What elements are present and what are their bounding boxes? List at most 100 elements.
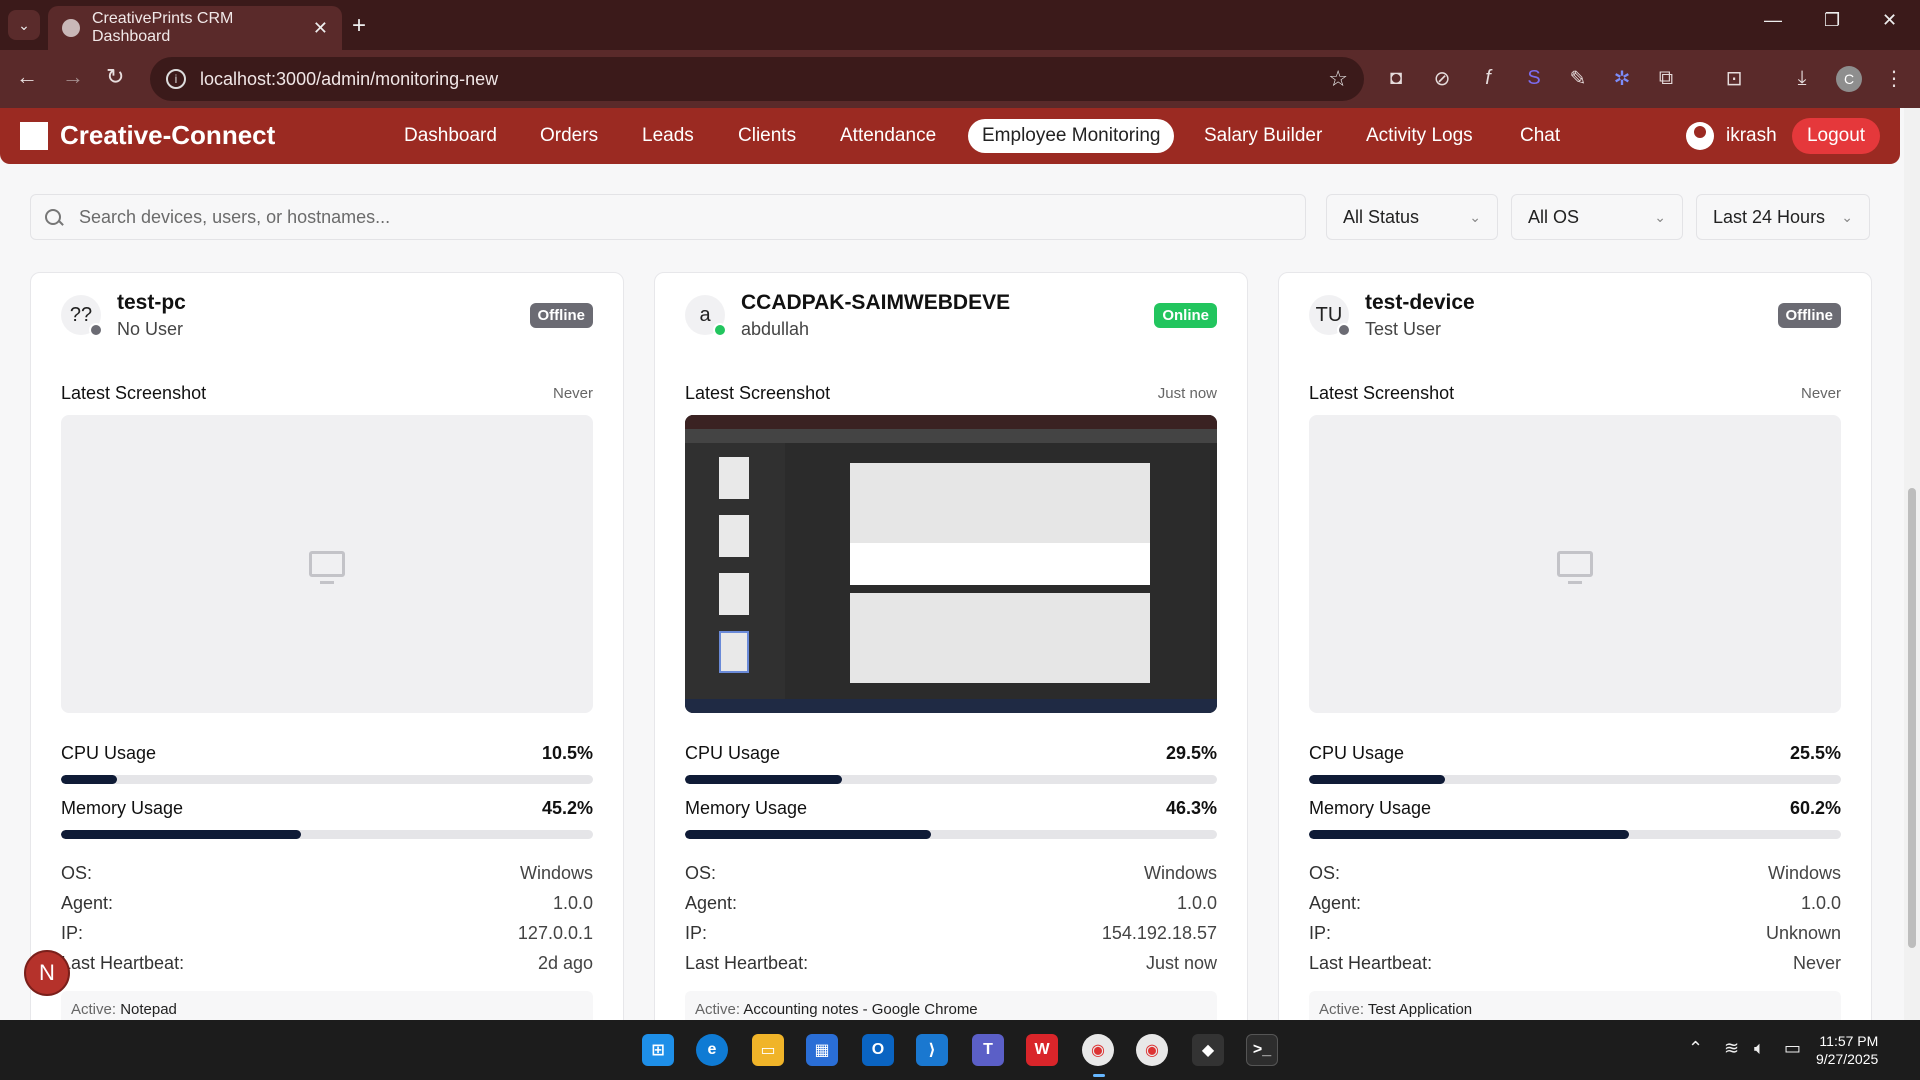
- extension-s-icon[interactable]: S: [1522, 66, 1546, 90]
- browser-toolbar: ← → ↻ i localhost:3000/admin/monitoring-…: [0, 50, 1920, 108]
- memory-bar-fill: [61, 830, 302, 839]
- store-icon[interactable]: ▦: [806, 1034, 838, 1066]
- memory-label: Memory Usage: [685, 798, 808, 818]
- search-input[interactable]: Search devices, users, or hostnames...: [30, 194, 1306, 240]
- page-scrollbar[interactable]: [1904, 108, 1920, 1020]
- brand-logo-icon: [20, 122, 48, 150]
- camera-icon[interactable]: ◘: [1384, 66, 1408, 90]
- clock-time: 11:57 PM: [1819, 1033, 1879, 1049]
- app-icon[interactable]: ◆: [1192, 1034, 1224, 1066]
- cpu-value: 29.5%: [1165, 743, 1217, 763]
- memory-bar: [1309, 830, 1841, 839]
- new-tab-button[interactable]: +: [352, 12, 366, 40]
- user-icon: [1686, 122, 1714, 150]
- menu-dots-icon[interactable]: ⋮: [1882, 66, 1906, 90]
- system-clock[interactable]: 11:57 PM 9/27/2025: [1816, 1032, 1878, 1068]
- eyedropper-icon[interactable]: ✎: [1566, 66, 1590, 90]
- restore-icon[interactable]: ❐: [1824, 10, 1840, 31]
- screenshot-image[interactable]: [685, 415, 1217, 713]
- edge-icon[interactable]: e: [696, 1034, 728, 1066]
- file-explorer-icon[interactable]: ▭: [752, 1034, 784, 1066]
- thumb-doc-page: [850, 543, 1150, 585]
- floating-avatar-button[interactable]: N: [24, 950, 70, 996]
- nav-attendance[interactable]: Attendance: [840, 125, 936, 147]
- nav-salary-builder[interactable]: Salary Builder: [1204, 125, 1322, 147]
- agent-value: 1.0.0: [1800, 893, 1841, 913]
- device-card[interactable]: a CCADPAK-SAIMWEBDEVE abdullah Online La…: [654, 272, 1248, 1020]
- function-icon[interactable]: f: [1476, 66, 1500, 90]
- terminal-icon[interactable]: >_: [1246, 1034, 1278, 1066]
- active-app-name: Accounting notes - Google Chrome: [743, 1001, 978, 1018]
- monitor-icon: [1557, 551, 1593, 584]
- os-label: OS:: [685, 863, 717, 883]
- chrome-icon[interactable]: ◉: [1082, 1034, 1114, 1066]
- screenshot-placeholder[interactable]: [61, 415, 593, 713]
- nav-dashboard[interactable]: Dashboard: [404, 125, 497, 147]
- memory-value: 45.2%: [541, 798, 593, 818]
- screenshot-icon[interactable]: ⊡: [1722, 66, 1746, 90]
- memory-bar: [685, 830, 1217, 839]
- logout-button[interactable]: Logout: [1792, 118, 1880, 154]
- screenshot-placeholder[interactable]: [1309, 415, 1841, 713]
- bookmark-star-icon[interactable]: ☆: [1328, 66, 1348, 92]
- windows-start-icon[interactable]: ⊞: [642, 1034, 674, 1066]
- address-bar[interactable]: i localhost:3000/admin/monitoring-new ☆: [150, 57, 1364, 101]
- os-select[interactable]: All OS ⌄: [1511, 194, 1683, 240]
- nav-chat[interactable]: Chat: [1520, 125, 1560, 147]
- close-icon[interactable]: ✕: [313, 18, 328, 39]
- tab-search-button[interactable]: ⌄: [8, 10, 40, 40]
- ip-label: IP:: [685, 923, 708, 943]
- thumb-taskbar: [685, 699, 1217, 713]
- vscode-icon[interactable]: ⟩: [916, 1034, 948, 1066]
- nav-employee-monitoring[interactable]: Employee Monitoring: [968, 119, 1175, 153]
- url-text: localhost:3000/admin/monitoring-new: [200, 68, 499, 89]
- latest-screenshot-label: Latest Screenshot: [685, 383, 831, 403]
- teams-icon[interactable]: T: [972, 1034, 1004, 1066]
- profile-avatar[interactable]: C: [1836, 66, 1862, 92]
- nav-leads[interactable]: Leads: [642, 125, 694, 147]
- compass-icon[interactable]: ⊘: [1430, 66, 1454, 90]
- status-dot: [713, 323, 727, 337]
- heartbeat-value: 2d ago: [537, 953, 593, 973]
- minimize-icon[interactable]: —: [1764, 10, 1782, 31]
- device-card[interactable]: ?? test-pc No User Offline Latest Screen…: [30, 272, 624, 1020]
- battery-icon[interactable]: ▭: [1784, 1038, 1801, 1059]
- outlook-icon[interactable]: O: [862, 1034, 894, 1066]
- device-user: No User: [117, 319, 184, 339]
- reload-icon[interactable]: ↻: [106, 64, 124, 90]
- scrollbar-thumb[interactable]: [1908, 488, 1916, 948]
- browser-tab[interactable]: CreativePrints CRM Dashboard ✕: [48, 6, 342, 50]
- agent-value: 1.0.0: [552, 893, 593, 913]
- download-icon[interactable]: ⤓: [1790, 66, 1814, 90]
- latest-screenshot-label: Latest Screenshot: [61, 383, 207, 403]
- nav-clients[interactable]: Clients: [738, 125, 796, 147]
- screenshot-thumbnail: [685, 415, 1217, 713]
- forward-icon[interactable]: →: [62, 64, 84, 90]
- site-info-icon[interactable]: i: [166, 69, 186, 89]
- back-icon[interactable]: ←: [16, 64, 38, 90]
- os-value: Windows: [519, 863, 593, 883]
- memory-value: 46.3%: [1165, 798, 1217, 818]
- monitor-icon: [309, 551, 345, 584]
- status-select[interactable]: All Status ⌄: [1326, 194, 1498, 240]
- agent-label: Agent:: [685, 893, 738, 913]
- nav-activity-logs[interactable]: Activity Logs: [1366, 125, 1473, 147]
- window-close-icon[interactable]: ✕: [1882, 10, 1897, 31]
- wifi-icon[interactable]: ≋: [1724, 1038, 1739, 1059]
- range-select[interactable]: Last 24 Hours ⌄: [1696, 194, 1870, 240]
- nav-orders[interactable]: Orders: [540, 125, 598, 147]
- chrome-profile-icon[interactable]: ◉: [1136, 1034, 1168, 1066]
- screenshot-time: Just now: [1157, 385, 1217, 402]
- thumb-page: [719, 631, 749, 673]
- chevron-up-icon[interactable]: ⌃: [1688, 1038, 1703, 1059]
- brand-name[interactable]: Creative-Connect: [60, 120, 275, 151]
- wps-icon[interactable]: W: [1026, 1034, 1058, 1066]
- thumb-page: [719, 573, 749, 615]
- puzzle-icon[interactable]: ⧉: [1654, 66, 1678, 90]
- ip-value: Unknown: [1765, 923, 1841, 943]
- thumb-titlebar: [685, 415, 1217, 429]
- volume-icon[interactable]: 🔈︎: [1754, 1038, 1765, 1059]
- device-card[interactable]: TU test-device Test User Offline Latest …: [1278, 272, 1872, 1020]
- gear-extension-icon[interactable]: ✲: [1610, 66, 1634, 90]
- search-icon: [45, 209, 61, 225]
